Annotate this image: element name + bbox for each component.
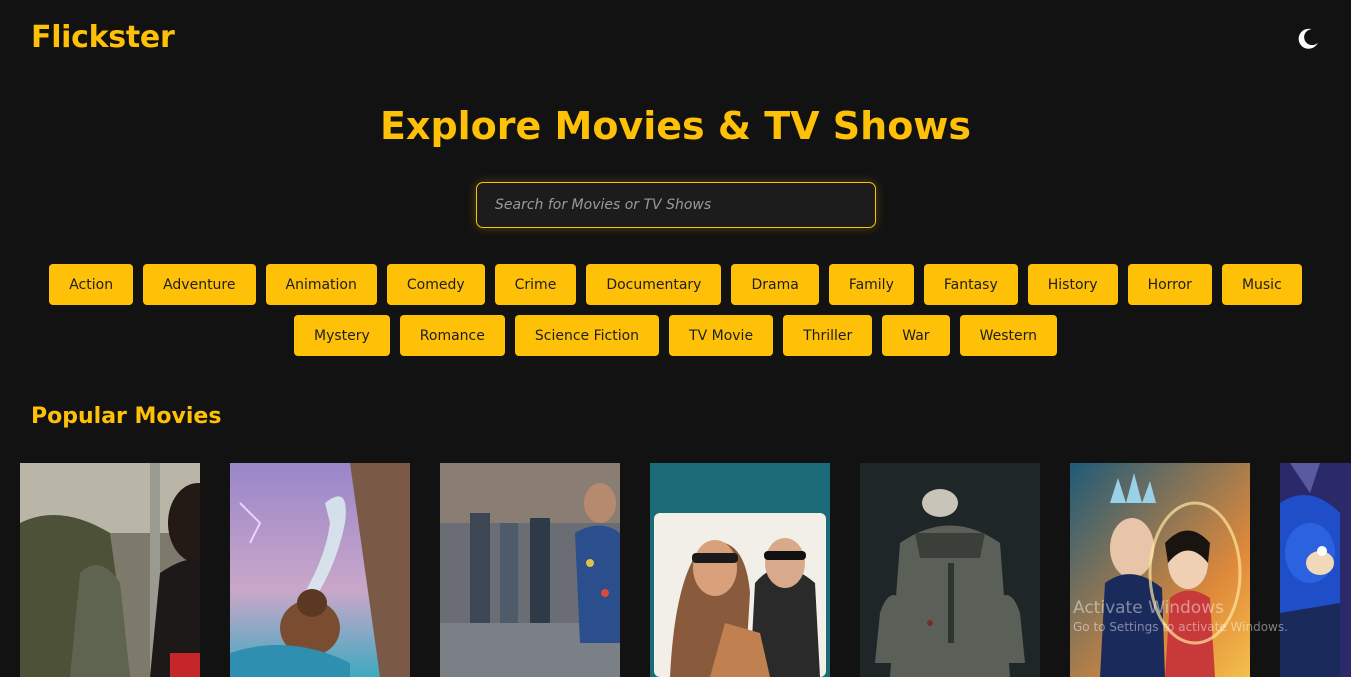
- genre-button-drama[interactable]: Drama: [731, 264, 819, 305]
- genre-button-horror[interactable]: Horror: [1127, 264, 1212, 305]
- movie-poster-card[interactable]: [20, 463, 200, 677]
- genre-row: Mystery Romance Science Fiction TV Movie…: [0, 315, 1351, 356]
- movie-poster-card[interactable]: [650, 463, 830, 677]
- movie-poster-card[interactable]: [1070, 463, 1250, 677]
- genre-row: Action Adventure Animation Comedy Crime …: [0, 264, 1351, 305]
- genre-button-action[interactable]: Action: [49, 264, 134, 305]
- movie-poster-card[interactable]: [440, 463, 620, 677]
- genre-filter: Action Adventure Animation Comedy Crime …: [0, 264, 1351, 366]
- genre-button-tv-movie[interactable]: TV Movie: [669, 315, 774, 356]
- genre-button-animation[interactable]: Animation: [265, 264, 377, 305]
- movie-poster-image: [1070, 463, 1250, 677]
- genre-button-history[interactable]: History: [1027, 264, 1118, 305]
- genre-button-romance[interactable]: Romance: [399, 315, 505, 356]
- genre-button-crime[interactable]: Crime: [494, 264, 577, 305]
- genre-button-mystery[interactable]: Mystery: [293, 315, 390, 356]
- genre-button-science-fiction[interactable]: Science Fiction: [514, 315, 660, 356]
- moon-icon: [1298, 28, 1318, 49]
- genre-button-adventure[interactable]: Adventure: [143, 264, 256, 305]
- movie-poster-image: [440, 463, 620, 677]
- movie-poster-card[interactable]: [860, 463, 1040, 677]
- genre-button-war[interactable]: War: [882, 315, 950, 356]
- genre-button-documentary[interactable]: Documentary: [586, 264, 722, 305]
- search-input[interactable]: [477, 183, 875, 227]
- search-box: [476, 182, 876, 228]
- genre-button-fantasy[interactable]: Fantasy: [923, 264, 1018, 305]
- movie-poster-card[interactable]: [1280, 463, 1351, 677]
- popular-movies-heading: Popular Movies: [31, 404, 222, 429]
- genre-button-comedy[interactable]: Comedy: [386, 264, 485, 305]
- theme-toggle-button[interactable]: [1295, 26, 1321, 52]
- header: Flickster: [0, 0, 1351, 80]
- movie-poster-image: [650, 463, 830, 677]
- popular-movies-carousel: [20, 463, 1351, 677]
- movie-poster-card[interactable]: [230, 463, 410, 677]
- app-logo[interactable]: Flickster: [31, 20, 175, 55]
- movie-poster-image: [230, 463, 410, 677]
- movie-poster-image: [860, 463, 1040, 677]
- genre-button-music[interactable]: Music: [1221, 264, 1302, 305]
- movie-poster-image: [1280, 463, 1351, 677]
- genre-button-thriller[interactable]: Thriller: [783, 315, 873, 356]
- genre-button-family[interactable]: Family: [828, 264, 914, 305]
- hero-title: Explore Movies & TV Shows: [379, 104, 972, 148]
- movie-poster-image: [20, 463, 200, 677]
- genre-button-western[interactable]: Western: [959, 315, 1057, 356]
